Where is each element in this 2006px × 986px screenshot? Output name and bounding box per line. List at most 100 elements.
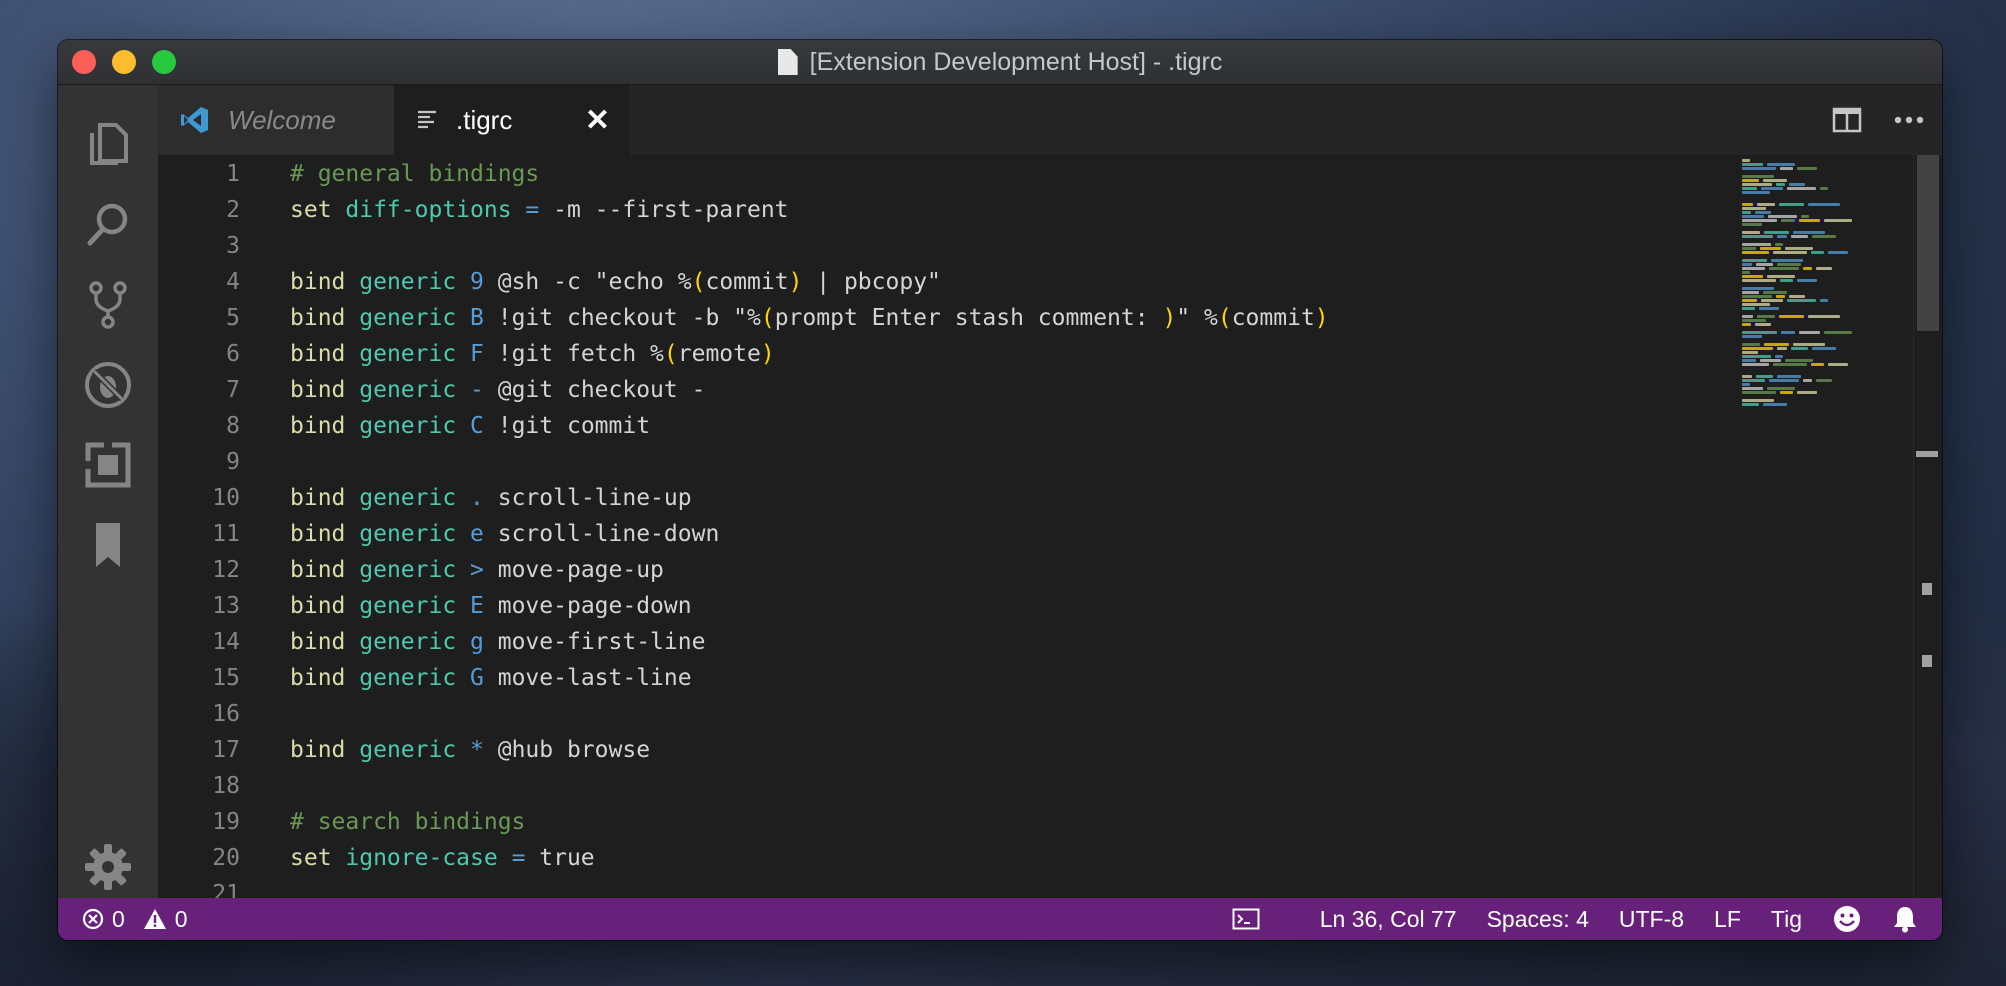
code-line[interactable]: 10 bind generic . scroll-line-up bbox=[158, 480, 1658, 516]
minimap-line bbox=[1742, 271, 1750, 274]
code-line[interactable]: 3 bbox=[158, 228, 1658, 264]
code-token: " % bbox=[1176, 305, 1218, 331]
code-line[interactable]: 12 bind generic > move-page-up bbox=[158, 552, 1658, 588]
window-title-text: [Extension Development Host] - .tigrc bbox=[809, 47, 1223, 76]
line-number: 11 bbox=[212, 521, 240, 547]
minimap-line bbox=[1797, 279, 1817, 282]
minimap-line bbox=[1777, 375, 1801, 378]
error-icon bbox=[82, 908, 104, 930]
code-token: -m --first-parent bbox=[553, 197, 789, 223]
notifications-bell-icon[interactable] bbox=[1892, 905, 1918, 933]
code-line[interactable]: 21 bbox=[158, 876, 1658, 898]
line-code: set diff-options = -m --first-parent bbox=[290, 192, 789, 228]
code-line[interactable]: 13 bind generic E move-page-down bbox=[158, 588, 1658, 624]
extensions-button[interactable] bbox=[58, 425, 158, 505]
minimap-line bbox=[1816, 267, 1832, 270]
code-line[interactable]: 9 bbox=[158, 444, 1658, 480]
split-editor-icon[interactable] bbox=[1832, 107, 1862, 133]
source-control-icon bbox=[89, 281, 127, 329]
more-actions-icon[interactable] bbox=[1894, 115, 1924, 125]
terminal-icon[interactable] bbox=[1232, 908, 1260, 930]
tab-tigrc[interactable]: .tigrc ✕ bbox=[394, 85, 630, 155]
code-token: !git checkout -b "% bbox=[497, 305, 761, 331]
code-line[interactable]: 16 bbox=[158, 696, 1658, 732]
feedback-smiley-icon[interactable] bbox=[1832, 904, 1862, 934]
minimap-line bbox=[1742, 291, 1759, 294]
code-line[interactable]: 17 bind generic * @hub browse bbox=[158, 732, 1658, 768]
line-number: 1 bbox=[226, 161, 240, 187]
source-control-button[interactable] bbox=[58, 265, 158, 345]
minimap-line bbox=[1769, 379, 1799, 382]
code-line[interactable]: 14 bind generic g move-first-line bbox=[158, 624, 1658, 660]
minimap-line bbox=[1824, 219, 1852, 222]
vertical-scrollbar[interactable] bbox=[1913, 155, 1942, 898]
code-token: bind bbox=[290, 269, 360, 295]
minimap-line bbox=[1742, 363, 1769, 366]
debug-button[interactable] bbox=[58, 345, 158, 425]
minimap-line bbox=[1742, 183, 1772, 186]
code-line[interactable]: 7 bind generic - @git checkout - bbox=[158, 372, 1658, 408]
code-token: F bbox=[470, 341, 498, 367]
end-of-line[interactable]: LF bbox=[1714, 906, 1741, 933]
explorer-button[interactable] bbox=[58, 105, 158, 185]
tab-bar: Welcome .tigrc ✕ bbox=[158, 85, 1942, 155]
close-tab-icon[interactable]: ✕ bbox=[585, 103, 610, 138]
minimap-line bbox=[1742, 347, 1773, 350]
minimap-line bbox=[1808, 203, 1840, 206]
language-mode[interactable]: Tig bbox=[1771, 906, 1802, 933]
minimap-line bbox=[1797, 391, 1817, 394]
code-token: generic bbox=[359, 413, 471, 439]
scrollbar-thumb[interactable] bbox=[1917, 155, 1939, 331]
cursor-position[interactable]: Ln 36, Col 77 bbox=[1320, 906, 1457, 933]
minimap-line bbox=[1755, 211, 1771, 214]
bookmarks-button[interactable] bbox=[58, 505, 158, 585]
code-line[interactable]: 1 # general bindings bbox=[158, 156, 1658, 192]
minimap-line bbox=[1742, 403, 1759, 406]
minimap-line bbox=[1763, 179, 1787, 182]
minimap-line bbox=[1742, 315, 1753, 318]
code-token: bind bbox=[290, 629, 360, 655]
settings-button[interactable] bbox=[58, 827, 158, 907]
code-line[interactable]: 2 set diff-options = -m --first-parent bbox=[158, 192, 1658, 228]
code-line[interactable]: 20 set ignore-case = true bbox=[158, 840, 1658, 876]
minimap-line bbox=[1785, 359, 1813, 362]
code-token: generic bbox=[359, 665, 471, 691]
encoding[interactable]: UTF-8 bbox=[1619, 906, 1684, 933]
vscode-logo-icon bbox=[181, 107, 208, 133]
problems-indicator[interactable]: 0 0 bbox=[82, 898, 188, 940]
code-token: bind bbox=[290, 665, 360, 691]
indentation[interactable]: Spaces: 4 bbox=[1487, 906, 1589, 933]
code-token: generic bbox=[359, 377, 471, 403]
code-token: prompt Enter stash comment: bbox=[774, 305, 1163, 331]
code-line[interactable]: 11 bind generic e scroll-line-down bbox=[158, 516, 1658, 552]
minimap-line bbox=[1780, 279, 1793, 282]
minimap-line bbox=[1820, 299, 1828, 302]
minimap-line bbox=[1767, 275, 1795, 278]
code-token: generic bbox=[359, 269, 471, 295]
search-button[interactable] bbox=[58, 185, 158, 265]
file-lines-icon bbox=[418, 110, 436, 129]
status-bar-right: Ln 36, Col 77 Spaces: 4 UTF-8 LF Tig bbox=[1232, 898, 1918, 940]
code-line[interactable]: 5 bind generic B !git checkout -b "%(prom… bbox=[158, 300, 1658, 336]
minimap-line bbox=[1742, 179, 1759, 182]
minimap-line bbox=[1742, 383, 1750, 386]
code-line[interactable]: 8 bind generic C !git commit bbox=[158, 408, 1658, 444]
minimap[interactable] bbox=[1742, 155, 1912, 475]
line-number: 8 bbox=[226, 413, 240, 439]
code-token: @hub browse bbox=[497, 737, 651, 763]
code-line[interactable]: 18 bbox=[158, 768, 1658, 804]
code-token: !git fetch % bbox=[497, 341, 664, 367]
code-token: generic bbox=[359, 521, 471, 547]
tab-welcome[interactable]: Welcome bbox=[158, 85, 394, 155]
code-editor[interactable]: 1 # general bindings 2 set diff-options = -… bbox=[158, 155, 1942, 898]
code-token: move-first-line bbox=[497, 629, 706, 655]
code-line[interactable]: 19 # search bindings bbox=[158, 804, 1658, 840]
code-line[interactable]: 4 bind generic 9 @sh -c "echo %(commit) |… bbox=[158, 264, 1658, 300]
code-line[interactable]: 15 bind generic G move-last-line bbox=[158, 660, 1658, 696]
code-line[interactable]: 6 bind generic F !git fetch %(remote) bbox=[158, 336, 1658, 372]
minimap-line bbox=[1742, 231, 1760, 234]
minimap-line bbox=[1824, 331, 1852, 334]
code-token: bind bbox=[290, 557, 360, 583]
line-code: bind generic > move-page-up bbox=[290, 552, 664, 588]
line-code: bind generic C !git commit bbox=[290, 408, 650, 444]
